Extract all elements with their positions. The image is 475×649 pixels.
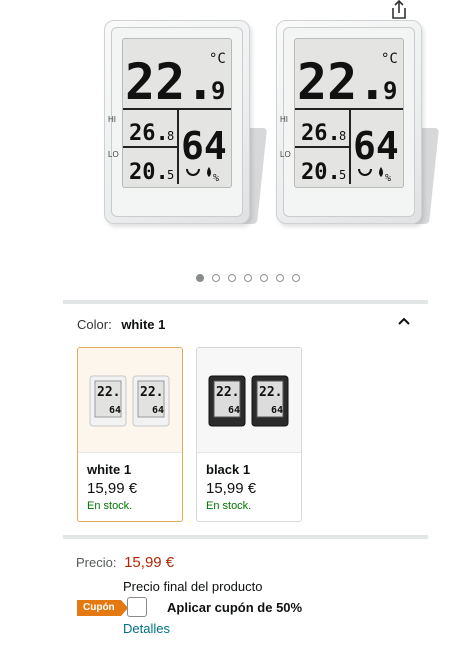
- svg-text:22.: 22.: [140, 385, 163, 400]
- humidity-unit: %: [213, 173, 219, 184]
- max-decimal: 8: [339, 129, 346, 143]
- humidity-value: 64: [353, 124, 399, 168]
- temp-unit: °C: [209, 51, 226, 67]
- min-decimal: 5: [167, 168, 174, 182]
- swatch-image-black: 22. 64 22. 64: [197, 348, 301, 452]
- carousel-dot[interactable]: [195, 274, 204, 282]
- section-divider: [63, 300, 428, 304]
- option-stock-status: En stock.: [87, 500, 133, 512]
- carousel-pagination: [0, 274, 475, 284]
- share-icon: [392, 0, 406, 19]
- comfort-smiley-icon: [358, 168, 372, 176]
- max-decimal: 8: [167, 129, 174, 143]
- option-stock-status: En stock.: [206, 500, 252, 512]
- collapse-color-button[interactable]: [396, 314, 412, 328]
- coupon-details-link[interactable]: Detalles: [123, 621, 170, 636]
- coupon-badge: Cupón: [77, 600, 128, 616]
- chevron-up-icon: [398, 317, 410, 325]
- min-temperature: 20.: [129, 160, 169, 185]
- share-button[interactable]: [388, 0, 410, 20]
- svg-text:22.: 22.: [97, 385, 120, 400]
- main-decimal: 9: [383, 77, 397, 105]
- color-label: Color:: [77, 317, 112, 332]
- price-value: 15,99 €: [124, 554, 175, 571]
- carousel-dot[interactable]: [291, 274, 300, 282]
- final-price-label: Precio final del producto: [123, 579, 263, 594]
- color-option-black[interactable]: 22. 64 22. 64 black 1 15,99 € En stock.: [196, 347, 302, 522]
- thermometer-image-left: 22. °C 9 26. 8 20. 5 64 % HI LO: [100, 18, 268, 228]
- section-divider: [63, 535, 428, 539]
- lcd-screen: 22. °C 9 26. 8 20. 5 64 %: [294, 38, 404, 188]
- carousel-dot[interactable]: [211, 274, 220, 282]
- hi-label: HI: [108, 115, 116, 124]
- lo-label: LO: [280, 150, 291, 159]
- main-temperature: 22.: [297, 53, 387, 111]
- main-decimal: 9: [211, 77, 225, 105]
- hi-label: HI: [280, 115, 288, 124]
- water-drop-icon: [379, 167, 383, 177]
- min-decimal: 5: [339, 168, 346, 182]
- swatch-image-white: 22. 64 22. 64: [78, 348, 182, 452]
- option-name: black 1: [206, 462, 251, 477]
- option-price: 15,99 €: [87, 480, 138, 497]
- comfort-smiley-icon: [186, 168, 200, 176]
- svg-text:64: 64: [109, 405, 121, 416]
- coupon-checkbox[interactable]: [127, 597, 147, 617]
- svg-text:64: 64: [271, 405, 283, 416]
- lcd-screen: 22. °C 9 26. 8 20. 5 64 %: [122, 38, 232, 188]
- color-option-white[interactable]: 22. 64 22. 64 white 1 15,99 € En stock.: [77, 347, 183, 522]
- main-temperature: 22.: [125, 53, 215, 111]
- carousel-dot[interactable]: [275, 274, 284, 282]
- thermometer-image-right: 22. °C 9 26. 8 20. 5 64 % HI LO: [272, 18, 440, 228]
- temp-unit: °C: [381, 51, 398, 67]
- coupon-text: Aplicar cupón de 50%: [167, 600, 303, 615]
- svg-text:64: 64: [152, 405, 164, 416]
- product-image-carousel[interactable]: 22. °C 9 26. 8 20. 5 64 % HI LO 22. °C 9…: [0, 0, 475, 265]
- svg-text:22.: 22.: [259, 385, 282, 400]
- max-temperature: 26.: [301, 121, 341, 146]
- option-price: 15,99 €: [206, 480, 257, 497]
- option-name: white 1: [87, 462, 132, 477]
- price-row: Precio: 15,99 €: [76, 554, 174, 571]
- lo-label: LO: [108, 150, 119, 159]
- svg-text:64: 64: [228, 405, 240, 416]
- selected-color-value: white 1: [121, 317, 166, 332]
- svg-text:22.: 22.: [216, 385, 239, 400]
- color-selector-header: Color: white 1: [77, 317, 165, 332]
- max-temperature: 26.: [129, 121, 169, 146]
- carousel-dot[interactable]: [227, 274, 236, 282]
- min-temperature: 20.: [301, 160, 341, 185]
- humidity-unit: %: [385, 173, 391, 184]
- carousel-dot[interactable]: [259, 274, 268, 282]
- humidity-value: 64: [181, 124, 227, 168]
- water-drop-icon: [207, 167, 211, 177]
- carousel-dot[interactable]: [243, 274, 252, 282]
- price-label: Precio:: [76, 555, 117, 570]
